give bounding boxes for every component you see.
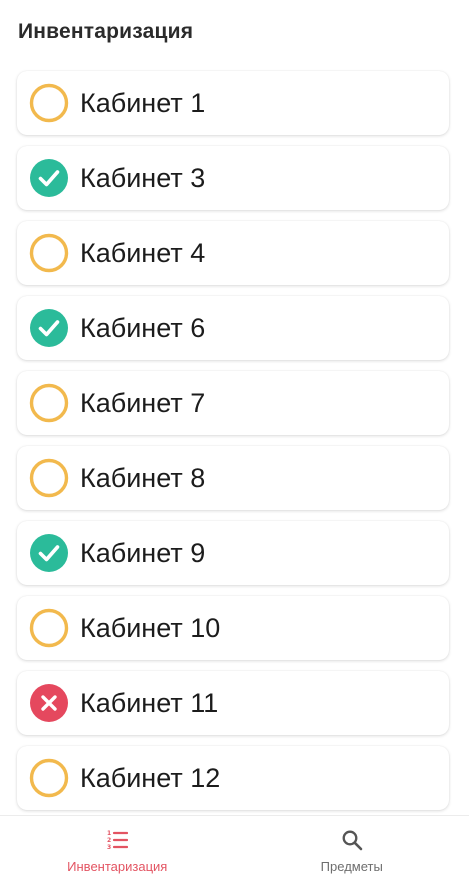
search-icon <box>341 828 363 852</box>
room-card[interactable]: Кабинет 8 <box>17 446 449 510</box>
room-label: Кабинет 3 <box>80 162 206 193</box>
pending-circle-icon <box>28 232 70 274</box>
nav-item-inventory[interactable]: 1 2 3 Инвентаризация <box>0 816 235 878</box>
svg-text:2: 2 <box>107 837 111 844</box>
room-label: Кабинет 8 <box>80 462 206 493</box>
room-label: Кабинет 9 <box>80 537 206 568</box>
room-label: Кабинет 6 <box>80 312 206 343</box>
room-card[interactable]: Кабинет 3 <box>17 146 449 210</box>
room-label: Кабинет 12 <box>80 762 221 793</box>
check-circle-icon <box>28 532 70 574</box>
room-card[interactable]: Кабинет 7 <box>17 371 449 435</box>
svg-text:1: 1 <box>107 830 111 837</box>
nav-item-items[interactable]: Предметы <box>235 816 469 878</box>
room-label: Кабинет 11 <box>80 687 219 718</box>
page-title: Инвентаризация <box>18 20 194 43</box>
room-label: Кабинет 1 <box>80 87 206 118</box>
pending-circle-icon <box>28 382 70 424</box>
pending-circle-icon <box>28 82 70 124</box>
room-card[interactable]: Кабинет 12 <box>17 746 449 810</box>
pending-circle-icon <box>28 757 70 799</box>
nav-label: Предметы <box>320 859 383 874</box>
room-card[interactable]: Кабинет 11 <box>17 671 449 735</box>
room-list: Кабинет 1 Кабинет 3 Кабинет 4 Кабинет 6 … <box>17 71 449 821</box>
room-label: Кабинет 10 <box>80 612 221 643</box>
pending-circle-icon <box>28 457 70 499</box>
room-card[interactable]: Кабинет 10 <box>17 596 449 660</box>
check-circle-icon <box>28 307 70 349</box>
bottom-navigation: 1 2 3 Инвентаризация Предметы <box>0 815 469 878</box>
room-card[interactable]: Кабинет 6 <box>17 296 449 360</box>
room-card[interactable]: Кабинет 9 <box>17 521 449 585</box>
check-circle-icon <box>28 157 70 199</box>
pending-circle-icon <box>28 607 70 649</box>
room-card[interactable]: Кабинет 4 <box>17 221 449 285</box>
room-card[interactable]: Кабинет 1 <box>17 71 449 135</box>
svg-text:3: 3 <box>107 844 111 851</box>
room-label: Кабинет 4 <box>80 237 206 268</box>
x-circle-icon <box>28 682 70 724</box>
numbered-list-icon: 1 2 3 <box>106 828 129 852</box>
room-label: Кабинет 7 <box>80 387 206 418</box>
nav-label: Инвентаризация <box>67 859 168 874</box>
